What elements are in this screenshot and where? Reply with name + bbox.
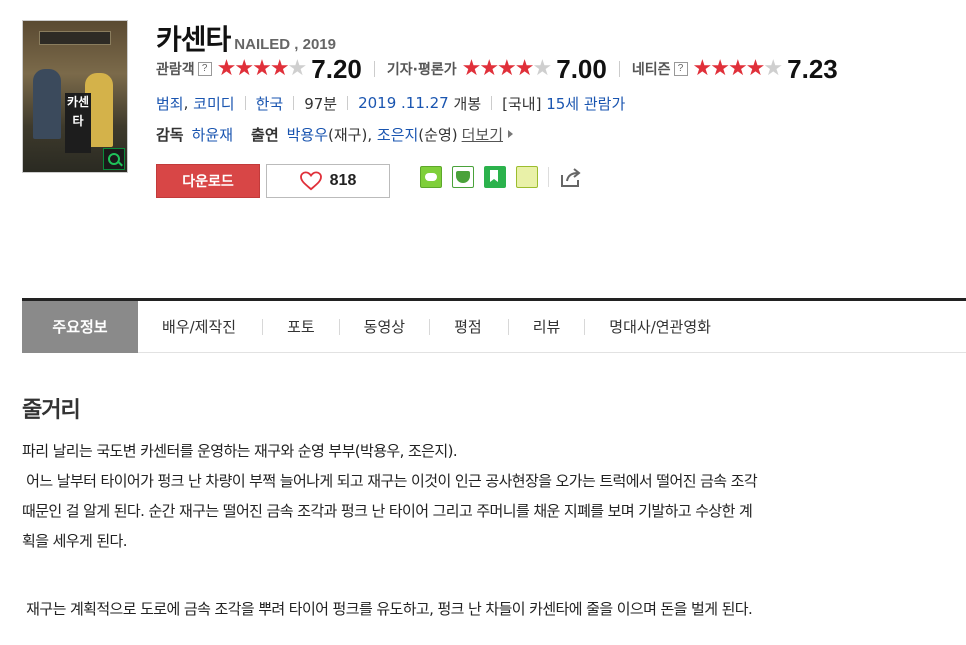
director-label: 감독	[156, 125, 184, 144]
bookmark-share-icon[interactable]	[484, 166, 506, 188]
star-empty-icon: ★	[532, 56, 553, 81]
synopsis-line: 때문인 걸 알게 된다. 순간 재구는 떨어진 금속 조각과 펑크 난 타이어 …	[22, 502, 753, 520]
cast-label: 출연	[251, 125, 279, 144]
like-button[interactable]: 818	[266, 164, 390, 198]
synopsis-line: 재구는 계획적으로 도로에 금속 조각을 뿌려 타이어 펑크를 유도하고, 펑크…	[22, 600, 753, 618]
poster-figure-man	[33, 69, 61, 139]
divider	[293, 96, 295, 110]
rating-critics: 기자·평론가 ★★★★★ 7.00	[387, 54, 607, 85]
poster-banner	[39, 31, 111, 45]
movie-info-row: 범죄 , 코미디 한국 97분 2019 .11.27 개봉 [국내] 15세 …	[156, 92, 625, 114]
star-rating: ★★★★★	[692, 56, 784, 81]
divider	[373, 61, 375, 77]
star-icon: ★★★	[216, 56, 272, 81]
divider	[244, 96, 246, 110]
help-icon[interactable]: ?	[673, 62, 688, 76]
chevron-right-icon	[508, 130, 514, 138]
synopsis-line: 획을 세우게 된다.	[22, 532, 128, 550]
divider	[584, 318, 586, 335]
tab-quotes-related[interactable]: 명대사/연관영화	[609, 301, 711, 353]
star-rating: ★★★★★	[461, 56, 553, 81]
synopsis-body: 파리 날리는 국도변 카센터를 운영하는 재구와 순영 부부(박용우, 조은지)…	[22, 436, 952, 624]
rating-audience: 관람객 ? ★★★★★ 7.20	[156, 54, 362, 85]
rating-label: 관람객	[156, 62, 195, 78]
movie-title: 카센타	[156, 23, 231, 56]
movie-poster[interactable]: 카센타	[22, 20, 128, 173]
rating-netizen: 네티즌 ? ★★★★★ 7.23	[632, 54, 838, 85]
synopsis-line: 파리 날리는 국도변 카센터를 운영하는 재구와 순영 부부(박용우, 조은지)…	[22, 442, 458, 460]
rating-region: [국내]	[502, 94, 542, 113]
tab-photo[interactable]: 포토	[287, 301, 315, 353]
divider	[347, 96, 349, 110]
star-empty-icon: ★	[287, 56, 308, 81]
tab-video[interactable]: 동영상	[364, 301, 405, 353]
star-icon: ★★★	[692, 56, 748, 81]
genre-separator: ,	[183, 94, 189, 112]
more-link[interactable]: 더보기	[462, 124, 503, 145]
country-link[interactable]: 한국	[256, 93, 284, 114]
divider	[429, 318, 431, 335]
download-button[interactable]: 다운로드	[156, 164, 260, 198]
zoom-icon[interactable]	[103, 148, 125, 170]
rating-label: 네티즌	[631, 62, 671, 78]
share-icon[interactable]	[559, 166, 583, 188]
genre-link[interactable]: 코미디	[193, 93, 234, 114]
tab-bar: 주요정보 배우/제작진 포토 동영상 평점 리뷰 명대사/연관영화	[22, 300, 966, 353]
rating-score: 7.20	[311, 53, 362, 84]
help-icon[interactable]: ?	[197, 62, 212, 76]
synopsis-line: 어느 날부터 타이어가 펑크 난 차량이 부쩍 늘어나게 되고 재구는 이것이 …	[22, 472, 758, 490]
credits-row: 감독 하윤재 출연 박용우 (재구), 조은지 (순영) 더보기	[156, 123, 514, 145]
star-icon: ★★★	[461, 56, 517, 81]
actor-link[interactable]: 박용우	[287, 124, 328, 145]
tab-reviews[interactable]: 리뷰	[533, 301, 561, 353]
divider	[548, 167, 549, 187]
memo-share-icon[interactable]	[516, 166, 538, 188]
half-star-icon: ★	[745, 56, 766, 81]
genre-link[interactable]: 범죄	[156, 93, 184, 114]
release-date-link[interactable]: 2019 .11.27	[358, 94, 449, 112]
tab-main-info[interactable]: 주요정보	[22, 300, 138, 353]
director-link[interactable]: 하윤재	[192, 124, 233, 145]
poster-title: 카센타	[65, 93, 91, 153]
star-rating: ★★★★★	[216, 56, 308, 81]
star-empty-icon: ★	[763, 56, 783, 81]
divider	[262, 318, 264, 335]
actor-role: (순영)	[418, 125, 458, 144]
rating-label: 기자·평론가	[386, 62, 457, 78]
divider	[507, 318, 509, 335]
share-bar	[420, 166, 583, 188]
runtime: 97분	[304, 94, 338, 113]
divider	[338, 318, 340, 335]
divider	[618, 61, 620, 77]
actor-link[interactable]: 조은지	[377, 124, 418, 145]
like-count: 818	[329, 172, 357, 189]
release-label: 개봉	[453, 94, 482, 113]
age-rating-link[interactable]: 15세 관람가	[546, 93, 625, 114]
rating-score: 7.23	[787, 53, 838, 84]
blog-share-icon[interactable]	[420, 166, 442, 188]
half-star-icon: ★	[514, 56, 535, 81]
half-star-icon: ★	[269, 56, 290, 81]
tab-ratings[interactable]: 평점	[454, 301, 482, 353]
ratings-row: 관람객 ? ★★★★★ 7.20 기자·평론가 ★★★★★ 7.00 네티즌 ?…	[156, 54, 838, 85]
title-row: 카센타 NAILED , 2019	[156, 18, 336, 58]
original-title: NAILED , 2019	[234, 36, 336, 53]
divider	[491, 96, 493, 110]
rating-score: 7.00	[556, 53, 607, 84]
actor-role: (재구),	[328, 125, 373, 144]
cafe-share-icon[interactable]	[452, 166, 474, 188]
tab-cast-crew[interactable]: 배우/제작진	[162, 301, 236, 353]
synopsis-heading: 줄거리	[22, 398, 81, 423]
heart-icon	[299, 171, 322, 191]
